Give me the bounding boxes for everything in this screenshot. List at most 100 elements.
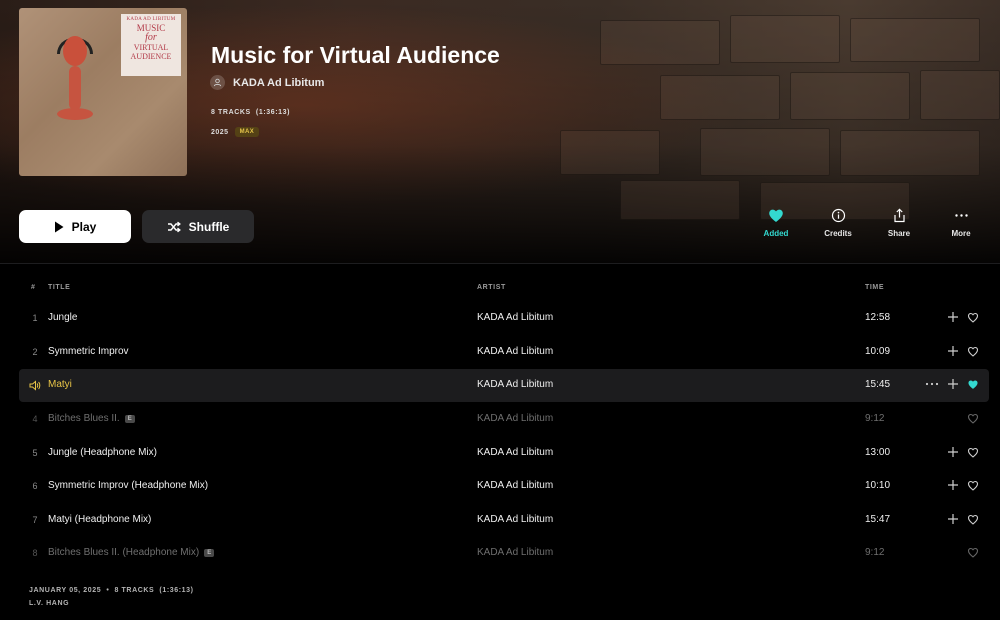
column-header-title[interactable]: TITLE	[48, 284, 70, 291]
track-title[interactable]: Symmetric Improv (Headphone Mix)	[48, 480, 208, 491]
track-title-text: Matyi	[48, 379, 72, 390]
track-row[interactable]: 5 Jungle (Headphone Mix) KADA Ad Libitum…	[19, 437, 989, 470]
footer-separator: •	[106, 587, 110, 594]
track-number: 2	[32, 347, 38, 357]
heart-outline-icon[interactable]	[967, 480, 979, 491]
plus-icon[interactable]	[947, 479, 959, 491]
album-year: 2025	[211, 128, 229, 136]
track-title[interactable]: Jungle (Headphone Mix)	[48, 447, 157, 458]
track-title-text: Symmetric Improv	[48, 346, 129, 357]
footer-duration: (1:36:13)	[159, 587, 194, 594]
track-row-unavailable[interactable]: 8 Bitches Blues II. (Headphone Mix) E KAD…	[19, 537, 989, 570]
album-cover[interactable]: KADA AD LIBITUM MUSIC for VIRTUAL AUDIEN…	[19, 8, 187, 176]
wall-brick	[660, 75, 780, 120]
plus-icon[interactable]	[947, 345, 959, 357]
album-release-info: JANUARY 05, 2025 • 8 TRACKS (1:36:13)	[29, 587, 194, 594]
record-label: L.V. HANG	[29, 600, 70, 607]
plus-icon[interactable]	[947, 513, 959, 525]
track-duration: 13:00	[865, 447, 891, 458]
track-row[interactable]: 6 Symmetric Improv (Headphone Mix) KADA …	[19, 470, 989, 503]
heart-filled-icon[interactable]	[967, 379, 979, 390]
album-artist-link[interactable]: KADA Ad Libitum	[210, 75, 324, 90]
cover-artist-text: KADA AD LIBITUM	[126, 17, 176, 22]
shuffle-button[interactable]: Shuffle	[142, 210, 254, 243]
release-date: JANUARY 05, 2025	[29, 587, 102, 594]
cover-title-text-4: AUDIENCE	[130, 52, 172, 61]
speaker-icon	[29, 380, 41, 391]
more-button[interactable]: More	[936, 208, 986, 238]
cover-figure-head	[63, 36, 87, 66]
heart-outline-icon[interactable]	[967, 346, 979, 357]
track-title-text: Bitches Blues II.	[48, 413, 120, 424]
play-icon	[54, 221, 64, 232]
heart-outline-icon[interactable]	[967, 447, 979, 458]
more-label: More	[951, 229, 971, 238]
album-year-quality: 2025 MAX	[211, 127, 260, 137]
column-header-time[interactable]: TIME	[865, 284, 884, 291]
heart-outline-icon[interactable]	[967, 413, 979, 424]
wall-brick	[840, 130, 980, 176]
wall-brick	[560, 130, 660, 175]
track-duration: 9:12	[865, 547, 885, 558]
track-number: 7	[32, 515, 38, 525]
added-label: Added	[763, 229, 789, 238]
share-label: Share	[887, 229, 911, 238]
plus-icon[interactable]	[947, 311, 959, 323]
album-duration: (1:36:13)	[255, 109, 291, 116]
track-title[interactable]: Matyi (Headphone Mix)	[48, 514, 151, 525]
track-duration: 10:09	[865, 346, 891, 357]
cover-title-text-3: VIRTUAL	[133, 43, 169, 52]
credits-button[interactable]: Credits	[813, 208, 863, 238]
cover-figure-base	[57, 108, 93, 120]
track-row[interactable]: 2 Symmetric Improv KADA Ad Libitum 10:09	[19, 336, 989, 369]
plus-icon[interactable]	[947, 446, 959, 458]
plus-icon[interactable]	[947, 378, 959, 390]
added-button[interactable]: Added	[751, 208, 801, 238]
track-title[interactable]: Bitches Blues II. E	[48, 413, 135, 424]
shuffle-icon	[167, 221, 181, 232]
share-icon	[893, 208, 905, 223]
wall-brick	[620, 180, 740, 220]
heart-outline-icon[interactable]	[967, 514, 979, 525]
credits-label: Credits	[824, 229, 852, 238]
track-title[interactable]: Matyi	[48, 379, 72, 390]
track-row-now-playing[interactable]: Matyi KADA Ad Libitum 15:45	[19, 369, 989, 402]
share-button[interactable]: Share	[874, 208, 924, 238]
track-title-text: Symmetric Improv (Headphone Mix)	[48, 480, 209, 491]
play-button[interactable]: Play	[19, 210, 131, 243]
wall-brick	[790, 72, 910, 120]
more-icon[interactable]	[925, 379, 939, 389]
track-artist[interactable]: KADA Ad Libitum	[477, 346, 553, 357]
track-row[interactable]: 7 Matyi (Headphone Mix) KADA Ad Libitum …	[19, 504, 989, 537]
track-artist[interactable]: KADA Ad Libitum	[477, 447, 553, 458]
quality-badge: MAX	[234, 127, 260, 137]
track-duration: 15:47	[865, 514, 891, 525]
track-title[interactable]: Jungle	[48, 312, 77, 323]
track-artist[interactable]: KADA Ad Libitum	[477, 480, 553, 491]
cover-title-text-2: for	[145, 32, 157, 43]
track-row-unavailable[interactable]: 4 Bitches Blues II. E KADA Ad Libitum 9:1…	[19, 403, 989, 436]
track-title-text: Jungle (Headphone Mix)	[48, 447, 157, 458]
explicit-badge: E	[124, 414, 135, 423]
track-artist[interactable]: KADA Ad Libitum	[477, 547, 553, 558]
column-header-artist[interactable]: ARTIST	[477, 284, 506, 291]
section-divider	[0, 263, 1000, 264]
heart-icon	[769, 209, 783, 222]
cover-title-label: KADA AD LIBITUM MUSIC for VIRTUAL AUDIEN…	[121, 14, 181, 76]
track-number: 4	[32, 414, 38, 424]
heart-outline-icon[interactable]	[967, 312, 979, 323]
track-title[interactable]: Symmetric Improv	[48, 346, 129, 357]
track-artist[interactable]: KADA Ad Libitum	[477, 413, 553, 424]
track-title[interactable]: Bitches Blues II. (Headphone Mix) E	[48, 547, 215, 558]
track-artist[interactable]: KADA Ad Libitum	[477, 379, 553, 390]
cover-figure-body	[69, 66, 81, 110]
info-icon	[831, 208, 845, 223]
wall-brick	[920, 70, 1000, 120]
track-duration: 12:58	[865, 312, 891, 323]
explicit-badge: E	[204, 548, 215, 557]
track-artist[interactable]: KADA Ad Libitum	[477, 514, 553, 525]
heart-outline-icon[interactable]	[967, 547, 979, 558]
album-title: Music for Virtual Audience	[211, 42, 500, 68]
track-artist[interactable]: KADA Ad Libitum	[477, 312, 553, 323]
track-row[interactable]: 1 Jungle KADA Ad Libitum 12:58	[19, 302, 989, 335]
